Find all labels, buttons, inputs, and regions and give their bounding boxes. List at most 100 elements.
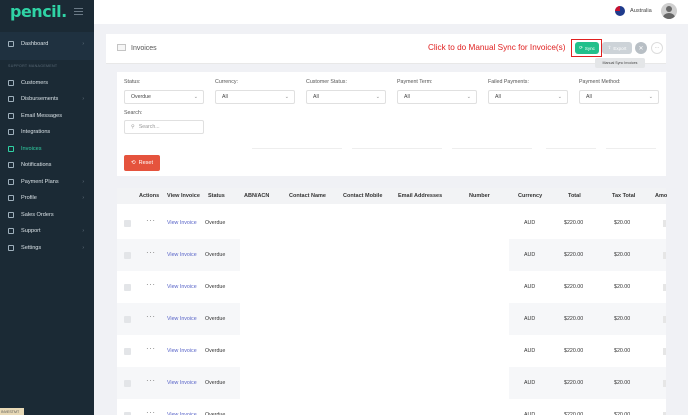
row-actions-icon[interactable]: ···	[146, 280, 156, 289]
filter-payment-method-select[interactable]: All ⌄	[579, 90, 659, 104]
tax-total-cell: $20.00	[614, 348, 631, 354]
column-header[interactable]: View Invoice	[167, 193, 200, 199]
filter-currency-select[interactable]: All ⌄	[215, 90, 295, 104]
avatar[interactable]	[661, 3, 677, 19]
currency-cell: AUD	[524, 252, 536, 258]
sidebar-item-integrations[interactable]: Integrations	[0, 125, 94, 139]
column-header[interactable]: Total	[568, 193, 581, 199]
profile-icon	[8, 195, 14, 201]
filter-status-select[interactable]: Overdue ⌄	[124, 90, 204, 104]
reset-button[interactable]: ⟲ Reset	[124, 155, 160, 171]
filter-payment-term-select[interactable]: All ⌄	[397, 90, 477, 104]
divider	[352, 148, 442, 149]
sidebar-item-support[interactable]: Support ›	[0, 224, 94, 238]
sidebar-item-label: Sales Orders	[21, 212, 54, 218]
sidebar-item-disbursements[interactable]: Disbursements ›	[0, 92, 94, 106]
sales-orders-icon	[8, 212, 14, 218]
filter-customer-status-select[interactable]: All ⌄	[306, 90, 386, 104]
sidebar-item-email-messages[interactable]: Email Messages	[0, 109, 94, 123]
sidebar: pencil. SUPPORT MANAGEMENT Dashboard › C…	[0, 0, 94, 415]
menu-toggle-icon[interactable]	[74, 8, 83, 17]
chevron-right-icon: ›	[82, 195, 84, 201]
sidebar-item-dashboard[interactable]: Dashboard ›	[0, 37, 94, 51]
sidebar-item-label: Payment Plans	[21, 179, 59, 185]
divider	[606, 148, 656, 149]
sidebar-item-profile[interactable]: Profile ›	[0, 191, 94, 205]
column-header[interactable]: ABN/ACN	[244, 193, 269, 199]
column-header[interactable]: Contact Name	[289, 193, 326, 199]
reset-button-label: Reset	[138, 160, 153, 166]
row-checkbox[interactable]	[124, 252, 131, 259]
sidebar-section-label: SUPPORT MANAGEMENT	[8, 64, 58, 68]
search-input[interactable]: ⚲ Search...	[124, 120, 204, 134]
row-actions-icon[interactable]: ···	[146, 216, 156, 225]
page-title: Invoices	[131, 45, 157, 52]
sidebar-item-customers[interactable]: Customers	[0, 76, 94, 90]
currency-cell: AUD	[524, 316, 536, 322]
sidebar-item-label: Disbursements	[21, 96, 59, 102]
column-header[interactable]: Tax Total	[612, 193, 635, 199]
column-header[interactable]: Status	[208, 193, 225, 199]
column-header[interactable]: Actions	[139, 193, 159, 199]
sidebar-item-label: Email Messages	[21, 113, 63, 119]
row-actions-icon[interactable]: ···	[146, 248, 156, 257]
view-invoice-link[interactable]: View Invoice	[167, 348, 197, 354]
column-header[interactable]: Amo	[655, 193, 667, 199]
sync-button[interactable]: ⟳ Sync	[575, 42, 599, 54]
tax-total-cell: $20.00	[614, 284, 631, 290]
customers-icon	[8, 80, 14, 86]
view-invoice-link[interactable]: View Invoice	[167, 380, 197, 386]
total-cell: $220.00	[564, 252, 584, 258]
sidebar-item-settings[interactable]: Settings ›	[0, 241, 94, 255]
invoices-icon	[117, 44, 126, 51]
chevron-right-icon: ›	[82, 96, 84, 102]
row-checkbox[interactable]	[124, 316, 131, 323]
chevron-down-icon: ⌄	[557, 94, 562, 100]
row-checkbox[interactable]	[124, 380, 131, 387]
chevron-down-icon: ⌄	[193, 94, 198, 100]
row-checkbox[interactable]	[124, 284, 131, 291]
region-label[interactable]: Australia	[630, 8, 652, 14]
sidebar-item-payment-plans[interactable]: Payment Plans ›	[0, 175, 94, 189]
view-invoice-link[interactable]: View Invoice	[167, 284, 197, 290]
amount-cell-clipped	[663, 284, 666, 291]
view-invoice-link[interactable]: View Invoice	[167, 220, 197, 226]
view-invoice-link[interactable]: View Invoice	[167, 252, 197, 258]
row-actions-icon[interactable]: ···	[146, 408, 156, 415]
xero-icon[interactable]: ✕	[635, 42, 647, 54]
amount-cell-clipped	[663, 316, 666, 323]
sidebar-item-invoices[interactable]: Invoices	[0, 142, 94, 156]
sidebar-item-label: Integrations	[21, 129, 51, 135]
row-checkbox[interactable]	[124, 220, 131, 227]
view-invoice-link[interactable]: View Invoice	[167, 316, 197, 322]
row-actions-icon[interactable]: ···	[146, 376, 156, 385]
filter-status-label: Status:	[124, 79, 141, 85]
column-header[interactable]: Email Addresses	[398, 193, 442, 199]
currency-cell: AUD	[524, 348, 536, 354]
column-header[interactable]: Number	[469, 193, 490, 199]
invoices-icon	[8, 146, 14, 152]
divider	[252, 148, 342, 149]
total-cell: $220.00	[564, 220, 584, 226]
chevron-down-icon: ⌄	[284, 94, 289, 100]
chevron-down-icon: ⌄	[375, 94, 380, 100]
flag-icon[interactable]	[615, 6, 625, 16]
sidebar-item-label: Support	[21, 228, 41, 234]
sidebar-item-notifications[interactable]: Notifications	[0, 158, 94, 172]
export-button[interactable]: ⇪ Export	[602, 42, 632, 54]
row-checkbox[interactable]	[124, 348, 131, 355]
column-header[interactable]: Contact Mobile	[343, 193, 382, 199]
filter-currency-label: Currency:	[215, 79, 238, 85]
tax-total-cell: $20.00	[614, 316, 631, 322]
sidebar-item-sales-orders[interactable]: Sales Orders	[0, 208, 94, 222]
filter-failed-payments-select[interactable]: All ⌄	[488, 90, 568, 104]
total-cell: $220.00	[564, 380, 584, 386]
row-actions-icon[interactable]: ···	[146, 344, 156, 353]
tax-total-cell: $20.00	[614, 252, 631, 258]
column-header[interactable]: Currency	[518, 193, 542, 199]
row-actions-icon[interactable]: ···	[146, 312, 156, 321]
filter-payment-method-label: Payment Method:	[579, 79, 621, 85]
app-logo[interactable]: pencil.	[10, 2, 67, 21]
filter-customer-status-label: Customer Status:	[306, 79, 347, 85]
more-options-icon[interactable]: ···	[651, 42, 663, 54]
